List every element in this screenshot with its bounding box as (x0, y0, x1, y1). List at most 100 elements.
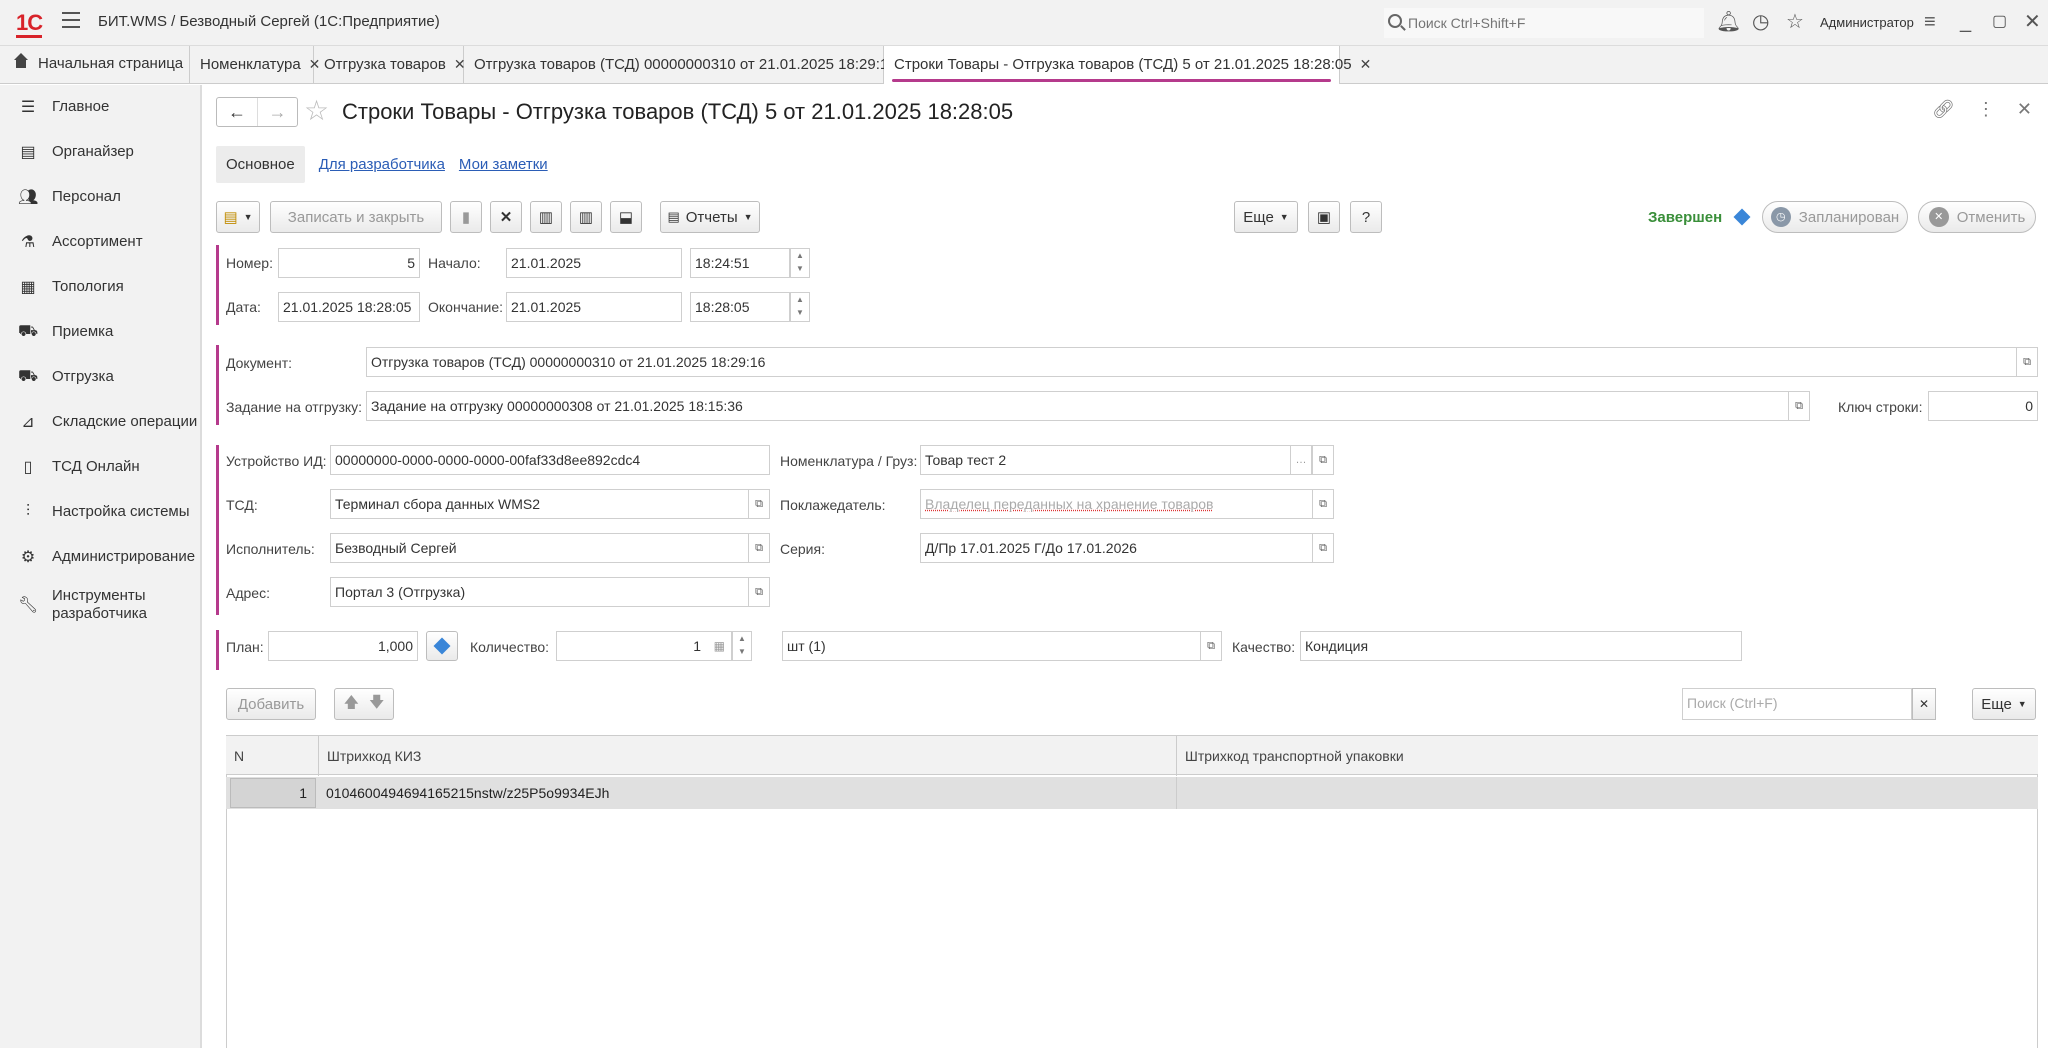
table-row[interactable]: 1 0104600494694165215nstw/z25P5o9934EJh (226, 777, 2038, 809)
save-icon[interactable]: ▮ (450, 201, 482, 233)
start-time-field[interactable]: 18:24:51 (690, 248, 790, 278)
minimize-icon[interactable]: _ (1960, 10, 1971, 34)
nomenclature-field[interactable]: Товар тест 2… ⧉ (920, 445, 1334, 475)
column-pack-barcode[interactable]: Штрихкод транспортной упаковки (1176, 736, 2038, 776)
row-pack-barcode[interactable] (1176, 777, 2038, 809)
quality-field[interactable]: Кондиция (1300, 631, 1742, 661)
open-icon[interactable]: ⧉ (2016, 348, 2037, 376)
device-id-field[interactable]: 00000000-0000-0000-0000-00faf33d8ee892cd… (330, 445, 770, 475)
tab-shipment-tsd-doc[interactable]: Отгрузка товаров (ТСД) 00000000310 от 21… (464, 46, 916, 84)
delete-icon[interactable]: ✕ (490, 201, 522, 233)
back-arrow-icon[interactable]: ← (217, 98, 257, 126)
address-field[interactable]: Портал 3 (Отгрузка) ⧉ (330, 577, 770, 607)
quantity-stepper[interactable]: ▲ ▼ (732, 631, 752, 661)
cancel-button[interactable]: ✕ Отменить (1918, 201, 2036, 233)
reports-button[interactable]: ▤ Отчеты ▼ (660, 201, 760, 233)
link-icon[interactable]: 🔗︎ (1932, 99, 1955, 119)
quantity-field[interactable]: 1 ▦ (556, 631, 732, 661)
tsd-field[interactable]: Терминал сбора данных WMS2 ⧉ (330, 489, 770, 519)
end-date-field[interactable]: 21.01.2025 (506, 292, 682, 322)
move-down-icon[interactable]: 🡇 (369, 692, 384, 717)
sidebar-item-topology[interactable]: ▦ Топология (0, 267, 200, 307)
forward-arrow-icon[interactable]: → (257, 98, 297, 126)
tab-nomenclature[interactable]: Номенклатура ✕ (190, 46, 320, 84)
open-icon[interactable]: ⧉ (1312, 534, 1333, 562)
sidebar-item-system-settings[interactable]: ⫶ Настройка системы (0, 492, 200, 532)
scanner-icon[interactable]: ⬓ (610, 201, 642, 233)
restore-icon[interactable]: ▢ (1992, 10, 2007, 34)
barcode-icon[interactable]: ▥ (570, 201, 602, 233)
end-time-field[interactable]: 18:28:05 (690, 292, 790, 322)
open-icon[interactable]: ⧉ (748, 490, 769, 518)
sidebar-item-administration[interactable]: ⚙ Администрирование (0, 537, 200, 577)
start-date-field[interactable]: 21.01.2025 (506, 248, 682, 278)
clear-search-icon[interactable]: ✕ (1912, 688, 1936, 720)
close-icon[interactable]: ✕ (1360, 56, 1372, 72)
sidebar-item-personnel[interactable]: 👥︎ Персонал (0, 177, 200, 217)
create-based-on-button[interactable]: ▤ ▼ (216, 201, 260, 233)
plan-field[interactable]: 1,000 (268, 631, 418, 661)
copy-plan-button[interactable] (426, 631, 458, 661)
history-icon[interactable]: ◷ (1752, 10, 1769, 34)
open-icon[interactable]: ⧉ (1788, 392, 1809, 420)
open-icon[interactable]: ⧉ (748, 534, 769, 562)
tab-goods-rows[interactable]: Строки Товары - Отгрузка товаров (ТСД) 5… (884, 46, 1371, 84)
select-dots-icon[interactable]: … (1290, 446, 1312, 474)
close-form-icon[interactable]: ✕ (2017, 99, 2032, 119)
favorites-star-icon[interactable]: ☆ (1786, 10, 1804, 34)
document-field[interactable]: Отгрузка товаров (ТСД) 00000000310 от 21… (366, 347, 2038, 377)
subtab-notes[interactable]: Мои заметки (459, 156, 548, 173)
bell-icon[interactable]: 🔔︎ (1716, 10, 1741, 34)
start-time-stepper[interactable]: ▲ ▼ (790, 248, 810, 278)
current-user[interactable]: Администратор (1820, 15, 1914, 30)
unit-field[interactable]: шт (1) ⧉ (782, 631, 1222, 661)
open-icon[interactable]: ⧉ (748, 578, 769, 606)
calculator-icon[interactable]: ▦ (714, 632, 725, 660)
more-button[interactable]: Еще ▼ (1234, 201, 1298, 233)
sidebar-item-shipping[interactable]: ⛟ Отгрузка (0, 357, 200, 397)
tab-home[interactable]: Начальная страница (0, 46, 190, 84)
sidebar-item-tsd-online[interactable]: ▯ ТСД Онлайн (0, 447, 200, 487)
barcode-edit-icon[interactable]: ▥ (530, 201, 562, 233)
global-search[interactable] (1384, 8, 1704, 38)
open-icon[interactable]: ⧉ (1312, 490, 1333, 518)
app-logo[interactable]: 1С (16, 10, 43, 38)
row-key-field[interactable]: 0 (1928, 391, 2038, 421)
sidebar-item-dev-tools[interactable]: 🔧︎ Инструменты разработчика (0, 587, 200, 637)
favorite-star-icon[interactable]: ☆ (304, 94, 329, 127)
table-more-button[interactable]: Еще ▼ (1972, 688, 2036, 720)
executor-field[interactable]: Безводный Сергей ⧉ (330, 533, 770, 563)
date-field[interactable]: 21.01.2025 18:28:05 (278, 292, 420, 322)
planned-button[interactable]: ◷ Запланирован (1762, 201, 1908, 233)
more-vertical-icon[interactable]: ⋮ (1977, 99, 1995, 119)
main-menu-icon[interactable] (62, 12, 80, 28)
help-button[interactable]: ? (1350, 201, 1382, 233)
column-n[interactable]: N (226, 736, 318, 776)
tab-shipment[interactable]: Отгрузка товаров ✕ (314, 46, 466, 84)
page-title: Строки Товары - Отгрузка товаров (ТСД) 5… (342, 99, 1014, 124)
close-window-icon[interactable]: ✕ (2024, 10, 2041, 34)
series-field[interactable]: Д/Пр 17.01.2025 Г/До 17.01.2026 ⧉ (920, 533, 1334, 563)
add-row-button[interactable]: Добавить (226, 688, 316, 720)
sidebar-item-warehouse-ops[interactable]: ⊿ Складские операции (0, 402, 200, 442)
table-search-input[interactable]: Поиск (Ctrl+F) (1682, 688, 1912, 720)
global-search-input[interactable] (1408, 12, 1698, 34)
open-icon[interactable]: ⧉ (1200, 632, 1221, 660)
task-field[interactable]: Задание на отгрузку 00000000308 от 21.01… (366, 391, 1810, 421)
settings-menu-icon[interactable]: ≡ (1924, 10, 1936, 34)
row-kiz-barcode[interactable]: 0104600494694165215nstw/z25P5o9934EJh (318, 777, 1176, 809)
column-kiz-barcode[interactable]: Штрихкод КИЗ (318, 736, 1176, 776)
sidebar-item-organizer[interactable]: ▤ Органайзер (0, 132, 200, 172)
subtab-developer[interactable]: Для разработчика (319, 156, 445, 173)
sidebar-item-main[interactable]: ☰ Главное (0, 87, 200, 127)
save-and-close-button[interactable]: Записать и закрыть (270, 201, 442, 233)
move-up-icon[interactable]: 🡅 (344, 692, 359, 717)
sidebar-item-receiving[interactable]: ⛟ Приемка (0, 312, 200, 352)
sidebar-item-assortment[interactable]: ⚗ Ассортимент (0, 222, 200, 262)
end-time-stepper[interactable]: ▲ ▼ (790, 292, 810, 322)
bailor-field[interactable]: Владелец переданных на хранение товаров ⧉ (920, 489, 1334, 519)
number-field[interactable]: 5 (278, 248, 420, 278)
subtab-main[interactable]: Основное (216, 145, 305, 183)
form-settings-icon[interactable]: ▣ (1308, 201, 1340, 233)
open-icon[interactable]: ⧉ (1312, 446, 1333, 474)
